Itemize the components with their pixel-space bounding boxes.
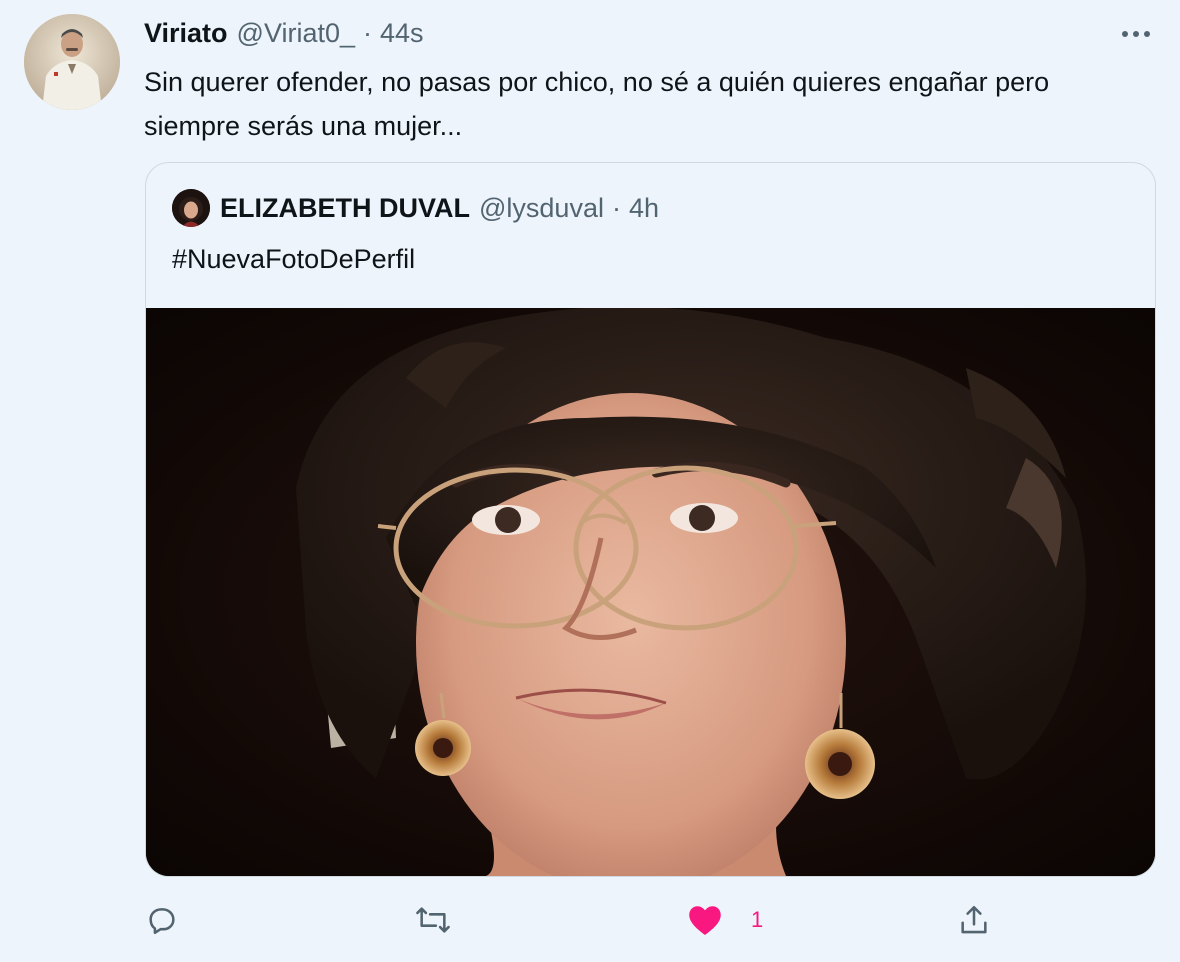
tweet[interactable]: Viriato @Viriat0_ · 44s Sin querer ofend…	[0, 0, 1180, 962]
tweet-text: Sin querer ofender, no pasas por chico, …	[144, 67, 1050, 141]
quoted-tweet-hashtag[interactable]: #NuevaFotoDePerfil	[172, 239, 415, 279]
author-name[interactable]: Viriato	[144, 18, 228, 49]
reply-icon	[149, 908, 175, 935]
share-icon	[961, 905, 987, 934]
more-options-button[interactable]	[1116, 20, 1156, 48]
author-handle[interactable]: @Viriat0_	[237, 18, 355, 49]
retweet-icon	[416, 907, 450, 933]
share-button[interactable]	[957, 890, 991, 950]
retweet-button[interactable]	[414, 890, 452, 950]
meta-separator: ·	[363, 18, 372, 48]
more-icon	[1122, 31, 1150, 37]
quoted-author-avatar[interactable]	[172, 189, 210, 227]
reply-button[interactable]	[145, 890, 179, 950]
tweet-header: Viriato @Viriat0_ · 44s	[144, 18, 424, 54]
quoted-tweet-timestamp[interactable]: 4h	[629, 193, 659, 224]
tweet-actions-bar: 1	[0, 890, 1180, 950]
author-avatar[interactable]	[24, 14, 120, 110]
quoted-tweet-image[interactable]	[146, 308, 1155, 876]
quoted-tweet[interactable]: ELIZABETH DUVAL @lysduval · 4h #NuevaFot…	[145, 162, 1156, 877]
tweet-timestamp[interactable]: 44s	[380, 18, 424, 49]
heart-icon	[689, 906, 721, 935]
like-button[interactable]: 1	[687, 890, 763, 950]
like-count: 1	[751, 907, 764, 932]
quoted-meta-separator: ·	[611, 193, 621, 223]
quoted-tweet-header: ELIZABETH DUVAL @lysduval · 4h	[220, 193, 659, 227]
quoted-author-name[interactable]: ELIZABETH DUVAL	[220, 193, 470, 224]
quoted-author-handle[interactable]: @lysduval	[479, 193, 604, 224]
